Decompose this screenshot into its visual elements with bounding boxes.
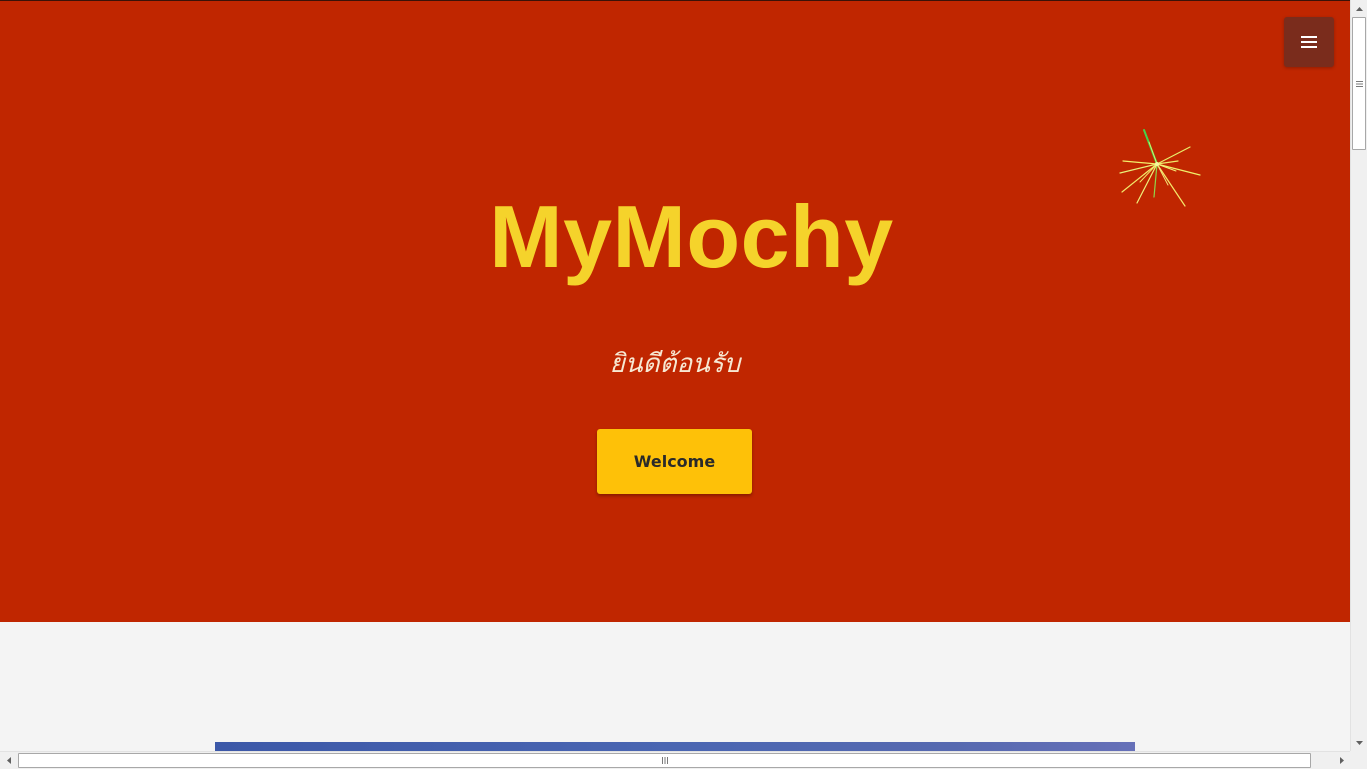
banner-image [215,742,1135,751]
horizontal-scroll-thumb[interactable] [18,753,1311,768]
hero-section: MyMochy ยินดีต้อนรับ Welcome [0,0,1350,622]
site-title: MyMochy [489,187,894,286]
scroll-right-arrow-icon[interactable] [1333,752,1350,769]
scroll-down-arrow-icon[interactable] [1351,734,1367,751]
scroll-up-arrow-icon[interactable] [1351,0,1367,17]
horizontal-scrollbar[interactable] [0,751,1350,769]
vertical-scrollbar[interactable] [1350,0,1367,751]
scrollbar-corner [1350,751,1367,769]
menu-button[interactable] [1284,17,1334,67]
hamburger-menu-icon [1301,35,1317,49]
vertical-scroll-thumb[interactable] [1352,17,1366,150]
scroll-left-arrow-icon[interactable] [0,752,17,769]
welcome-button[interactable]: Welcome [597,429,752,494]
welcome-subtitle: ยินดีต้อนรับ [609,349,741,379]
page-viewport: MyMochy ยินดีต้อนรับ Welcome [0,0,1350,751]
